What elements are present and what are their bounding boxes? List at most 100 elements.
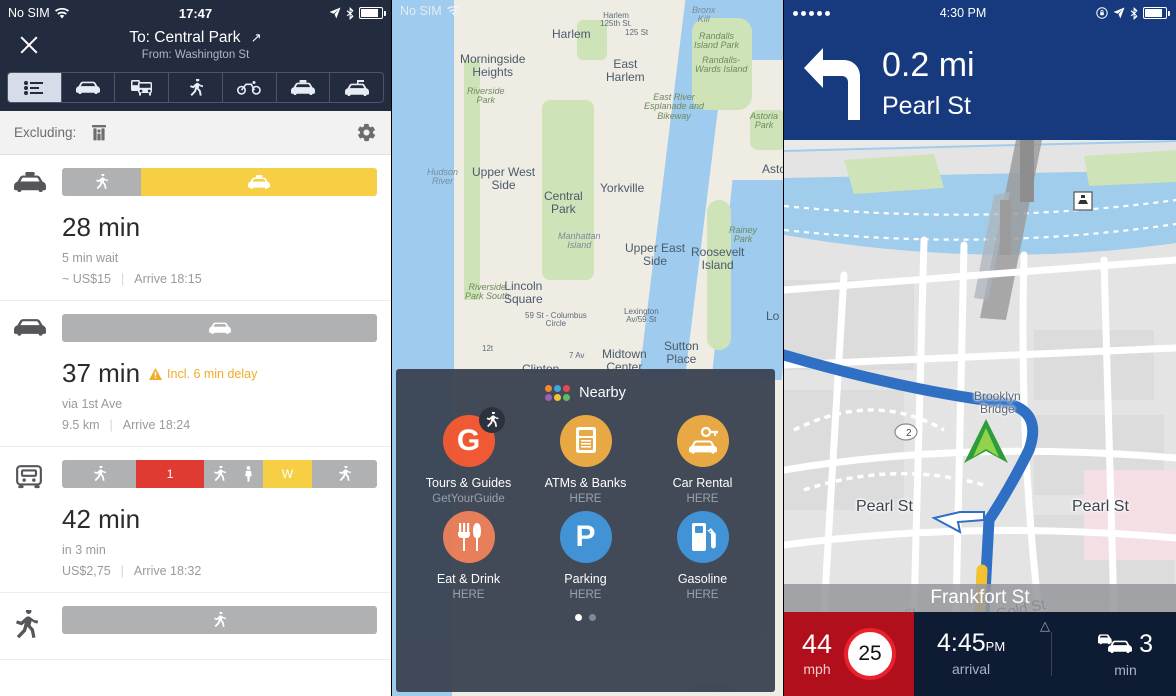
taxi-icon [14, 168, 50, 286]
transport-mode-tabs [0, 68, 391, 111]
map-label: Randalls Island Park [694, 31, 740, 51]
nearby-dots-logo [545, 385, 571, 401]
panel-map-nearby: Harlem Harlem 125th St. 125 St Bronx Kill Rand… [392, 0, 784, 696]
current-speed: 44 mph [802, 631, 832, 678]
nearby-page-dots[interactable] [396, 614, 775, 621]
nearby-category-item[interactable]: Gasoline HERE [644, 511, 761, 601]
route-results-list[interactable]: 28 min 5 min wait ~ US$15 | Arrive 18:15 37 m… [0, 155, 391, 696]
route-option[interactable] [0, 593, 391, 660]
chevron-up-icon[interactable]: △ [914, 618, 1176, 634]
map-label: Manhattan Island [558, 231, 601, 251]
nearby-logo-dot [545, 385, 553, 392]
map-label: Riverside Park [467, 86, 505, 106]
trip-info-panel[interactable]: △ 4:45PM arrival 3 min [914, 612, 1176, 696]
fuel-pump-icon [676, 511, 729, 563]
route-segment: W [262, 460, 313, 488]
map-label: East River Esplanade and Bikeway [644, 92, 705, 121]
route-price: ~ US$15 [62, 272, 111, 286]
exclusion-left: Excluding: [14, 124, 108, 142]
route-segment [204, 460, 235, 488]
nav-street-name: Pearl St [882, 91, 971, 120]
tab-taxi[interactable] [276, 72, 331, 103]
nearby-category-item[interactable]: G Tours & Guides GetYourGuide [410, 407, 527, 505]
signal-dot [801, 10, 806, 16]
letter-g-icon: G [442, 407, 505, 467]
nearby-category-name: Gasoline [677, 572, 728, 586]
nearby-category-provider: HERE [452, 589, 485, 601]
traffic-cars-icon [1098, 633, 1133, 653]
excluding-label: Excluding: [14, 125, 77, 140]
battery-icon [1143, 7, 1170, 19]
map-label: Randalls- Wards Island [695, 55, 748, 75]
map-label: Hudson River [427, 167, 459, 187]
nearby-category-item[interactable]: Eat & Drink HERE [410, 511, 527, 601]
route-arrival: Arrive 18:24 [122, 418, 191, 432]
nav-status-right [1096, 6, 1170, 20]
route-duration-row: 42 min [62, 504, 377, 535]
arrival-label: arrival [952, 661, 991, 677]
route-option[interactable]: 37 min Incl. 6 min delay via 1st Ave 9.5 km… [0, 301, 391, 447]
nearby-category-provider: HERE [569, 493, 602, 505]
nearby-category-item[interactable]: P Parking HERE [527, 511, 644, 601]
arrival-info: 4:45PM arrival [937, 631, 1005, 678]
origin-label[interactable]: From: Washington St [0, 49, 391, 61]
map-label: East Harlem [606, 57, 645, 84]
swap-icon[interactable]: ↗ [251, 30, 262, 46]
tab-transit[interactable] [115, 72, 170, 103]
toll-booth-icon[interactable] [90, 124, 108, 142]
meta-divider: | [120, 564, 124, 578]
route-delay: Incl. 6 min delay [149, 367, 257, 381]
atm-icon [559, 415, 612, 467]
panel-route-planner: No SIM 17:47 To: Central Park ↗ From: Wa… [0, 0, 392, 696]
route-duration: 42 min [62, 504, 141, 534]
page-dot[interactable] [575, 614, 582, 621]
route-duration-row: 28 min [62, 212, 377, 243]
traffic-info: 3 min [1098, 630, 1153, 678]
nearby-category-name: Eat & Drink [436, 572, 501, 586]
wifi-icon [446, 6, 460, 16]
route-meta: ~ US$15 | Arrive 18:15 [62, 272, 377, 286]
signal-dot [825, 10, 830, 16]
nearby-logo-dot [554, 385, 562, 392]
speed-unit: mph [803, 661, 831, 677]
route-segment-bar [62, 168, 377, 196]
tab-car[interactable] [61, 72, 116, 103]
nearby-category-grid[interactable]: G Tours & Guides GetYourGuide ATMs & Banks H… [396, 407, 775, 601]
list-icon [24, 80, 44, 95]
route-price: 9.5 km [62, 418, 100, 432]
route-segment [62, 314, 377, 342]
tab-all-routes[interactable] [7, 72, 62, 103]
route-segment-bar: 1W [62, 460, 377, 488]
car-icon [14, 314, 50, 432]
tab-rideshare[interactable] [330, 72, 385, 103]
tab-walk[interactable] [169, 72, 223, 103]
taxi-icon [290, 80, 315, 95]
route-details: 37 min Incl. 6 min delay via 1st Ave 9.5 km… [62, 314, 377, 432]
gear-icon[interactable] [356, 122, 377, 143]
nearby-panel: Nearby G Tours & Guides GetYourGuide ATMs &… [396, 369, 775, 692]
car-icon [76, 81, 101, 94]
page-dot[interactable] [589, 614, 596, 621]
subway-icon [14, 460, 50, 578]
nearby-category-item[interactable]: Car Rental HERE [644, 415, 761, 505]
route-arrival: Arrive 18:32 [133, 564, 202, 578]
map-label: Lo [766, 309, 780, 323]
nearby-title: Nearby [579, 385, 626, 401]
tab-bike[interactable] [222, 72, 277, 103]
nav-map-graphics [784, 140, 1176, 612]
pedestrian-icon [189, 78, 203, 96]
speed-limit-sign: 25 [844, 628, 897, 680]
nav-map-canvas[interactable]: BrooklynBridgePearl StPearl StGold StRos… [784, 140, 1176, 612]
destination-label[interactable]: To: Central Park ↗ [0, 29, 391, 47]
arrival-time-row: 4:45PM [937, 631, 1005, 656]
route-option[interactable]: 1 W 42 min in 3 min US$2,75 | Arrive 18:32 [0, 447, 391, 593]
route-option[interactable]: 28 min 5 min wait ~ US$15 | Arrive 18:15 [0, 155, 391, 301]
nearby-logo-dot [563, 385, 571, 392]
nav-banner-text: 0.2 mi Pearl St [882, 48, 975, 119]
location-arrow-icon [1113, 7, 1125, 19]
location-arrow-icon [329, 7, 341, 19]
speed-panel[interactable]: 44 mph 25 [784, 612, 914, 696]
route-duration-row: 37 min Incl. 6 min delay [62, 358, 377, 389]
nearby-category-item[interactable]: ATMs & Banks HERE [527, 415, 644, 505]
map-label: 7 Av [569, 351, 585, 360]
